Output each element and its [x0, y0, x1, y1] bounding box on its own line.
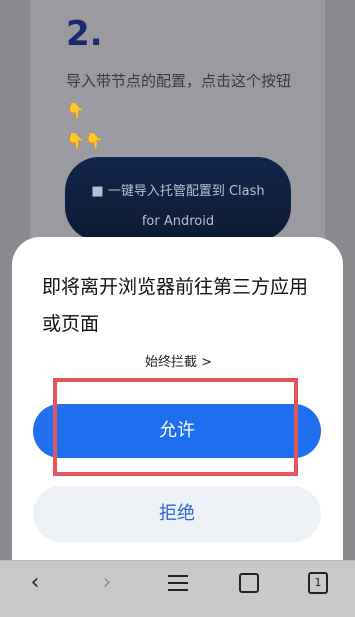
hand-emoji-1: 👇 — [66, 102, 85, 120]
home-square-icon[interactable] — [239, 573, 259, 593]
step-number: 2. — [66, 14, 103, 54]
deny-button[interactable]: 拒绝 — [33, 486, 321, 542]
hand-emoji-2: 👇👇 — [66, 132, 104, 150]
forward-chevron-icon[interactable]: › — [92, 568, 122, 598]
always-block-link[interactable]: 始终拦截 > — [145, 351, 212, 370]
tabs-counter-button[interactable]: 1 — [308, 572, 328, 594]
menu-icon[interactable] — [168, 575, 188, 593]
allow-button[interactable]: 允许 — [33, 404, 321, 458]
step-text: 导入带节点的配置，点击这个按钮 — [66, 72, 292, 90]
dialog-title: 即将离开浏览器前往第三方应用或页面 — [42, 276, 309, 335]
android-icon: ■ — [91, 184, 104, 199]
import-button-line2: for Android — [141, 214, 215, 229]
import-config-button[interactable]: ■ 一键导入托管配置到 Clash for Android — [65, 157, 291, 241]
step-description: 导入带节点的配置，点击这个按钮 👇 👇👇 — [66, 66, 306, 156]
import-button-line1: 一键导入托管配置到 Clash — [107, 184, 265, 199]
back-chevron-icon[interactable]: ‹ — [20, 568, 50, 598]
